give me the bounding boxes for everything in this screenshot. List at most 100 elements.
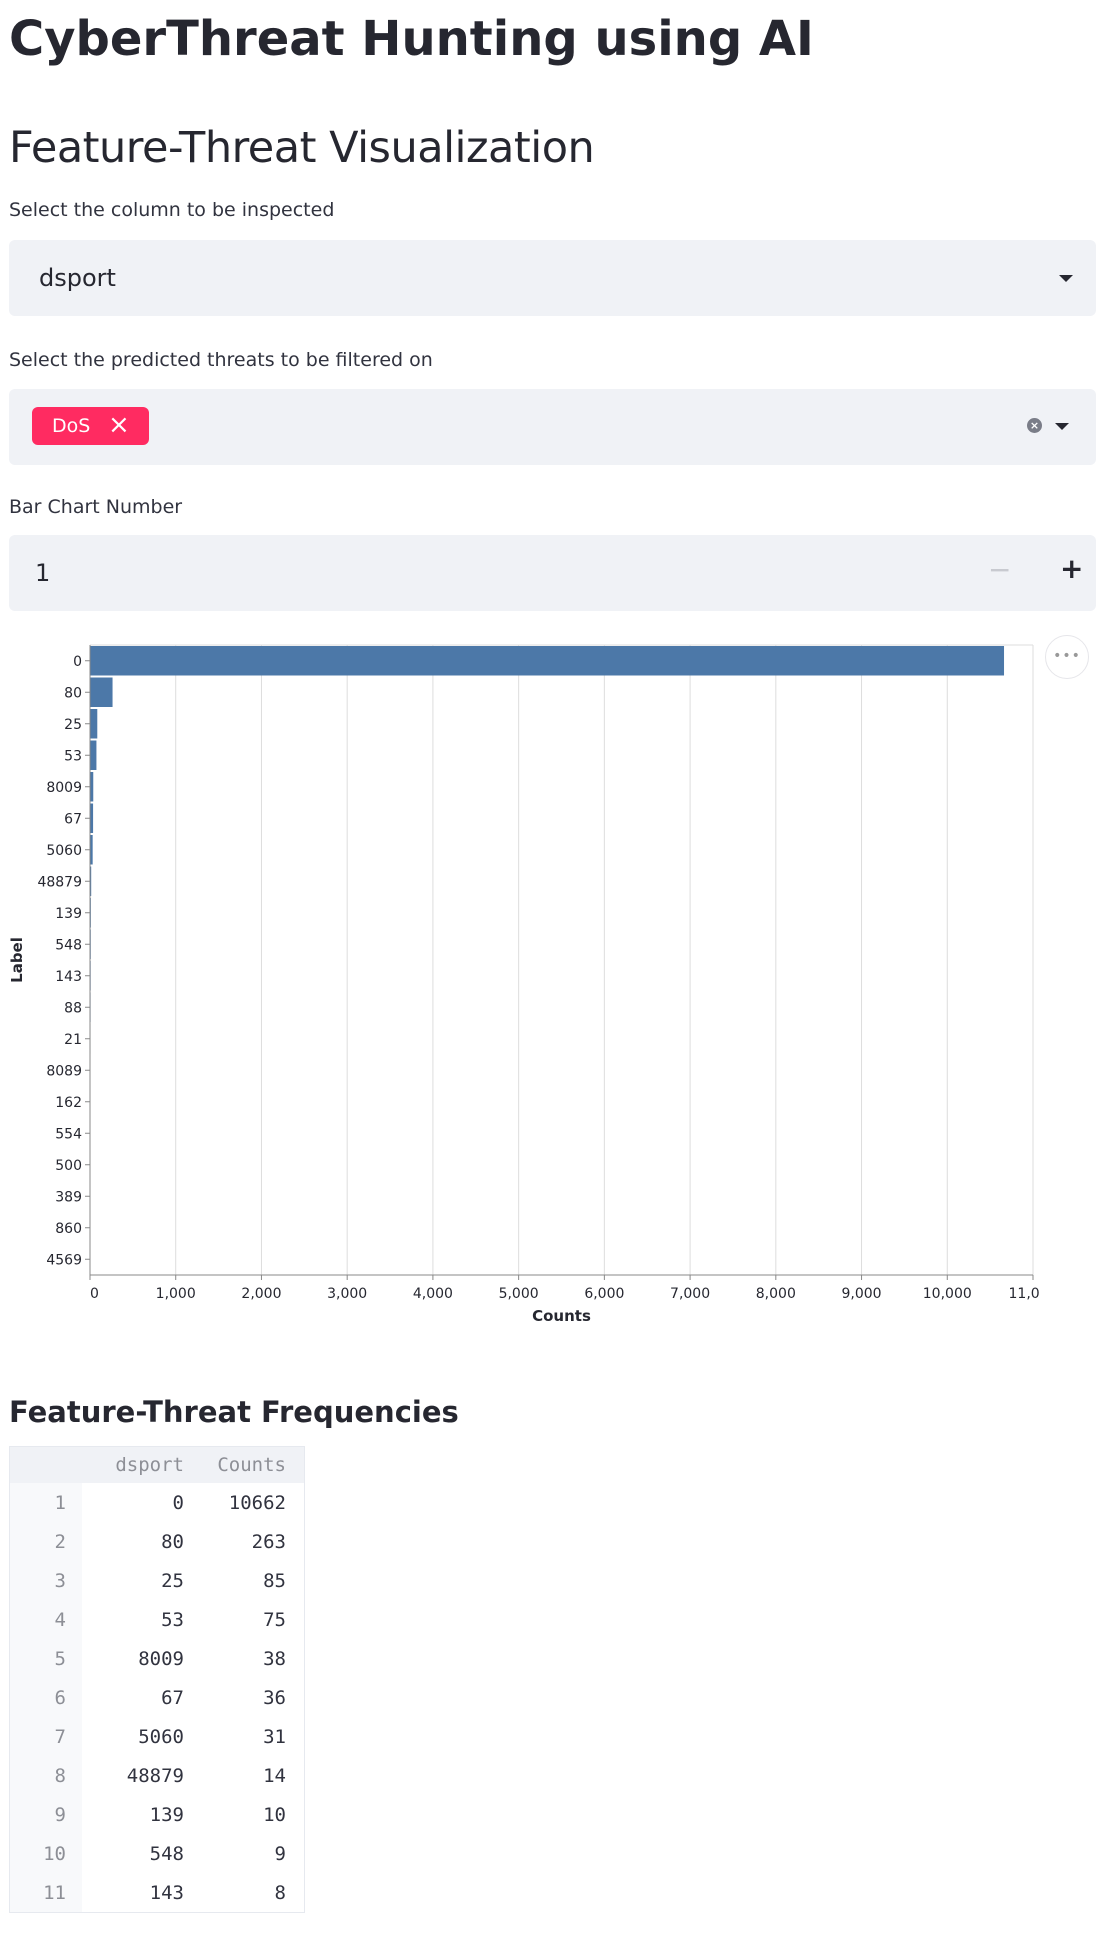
row-index: 8 [9, 1756, 82, 1795]
row-index: 11 [9, 1873, 82, 1913]
x-tick-label: 9,000 [841, 1286, 881, 1302]
cell-counts: 85 [263, 1569, 286, 1592]
table-row: 7 5060 31 [9, 1717, 305, 1756]
cell-dsport: 80 [161, 1530, 184, 1553]
bar [90, 709, 98, 739]
selected-threat-chip[interactable]: DoS × [32, 407, 149, 445]
more-actions-icon[interactable]: ••• [1045, 635, 1089, 679]
y-tick-label: 860 [55, 1221, 82, 1237]
cell-dsport: 143 [149, 1881, 184, 1904]
row-index: 3 [9, 1561, 82, 1600]
cell-dsport: 0 [172, 1491, 184, 1514]
increment-button[interactable]: + [1032, 535, 1104, 611]
y-tick-label: 139 [55, 906, 82, 922]
x-tick-label: 8,000 [756, 1286, 796, 1302]
table-row: 5 8009 38 [9, 1639, 305, 1678]
y-tick-label: 0 [73, 654, 82, 670]
x-tick-label: 3,000 [327, 1286, 367, 1302]
y-tick-label: 143 [55, 969, 82, 985]
y-tick-label: 8089 [46, 1063, 82, 1079]
x-tick-label: 6,000 [584, 1286, 624, 1302]
x-tick-label: 10,000 [923, 1286, 972, 1302]
table-row: 9 139 10 [9, 1795, 305, 1834]
y-tick-label: 548 [55, 937, 82, 953]
close-icon[interactable]: × [108, 411, 130, 439]
clear-all-icon[interactable]: × [1027, 418, 1042, 433]
x-tick-label: 1,000 [156, 1286, 196, 1302]
column-header-dsport[interactable]: dsport [82, 1446, 202, 1483]
cell-counts: 31 [263, 1725, 286, 1748]
bar [90, 740, 97, 770]
cell-counts: 8 [274, 1881, 286, 1904]
column-header-counts[interactable]: Counts [202, 1446, 305, 1483]
row-index: 2 [9, 1522, 82, 1561]
minus-icon: − [988, 553, 1012, 586]
frequencies-table: dsport Counts 1 0 10662 2 80 263 3 25 85 4 53 75 5 80… [9, 1446, 305, 1913]
cell-counts: 10662 [228, 1491, 286, 1514]
y-tick-label: 53 [64, 748, 82, 764]
table-row: 11 143 8 [9, 1873, 305, 1913]
table-row: 10 548 9 [9, 1834, 305, 1873]
y-axis-title: Label [8, 937, 26, 983]
column-select-label: Select the column to be inspected [9, 199, 335, 221]
row-index: 5 [9, 1639, 82, 1678]
bar [90, 677, 113, 707]
x-tick-label: 5,000 [499, 1286, 539, 1302]
table-row: 6 67 36 [9, 1678, 305, 1717]
x-tick-label: 7,000 [670, 1286, 710, 1302]
column-select-value: dsport [39, 264, 116, 292]
chip-label: DoS [52, 415, 91, 437]
row-index: 10 [9, 1834, 82, 1873]
cell-dsport: 48879 [126, 1764, 184, 1787]
threat-select-label: Select the predicted threats to be filte… [9, 349, 433, 371]
x-tick-label: 2,000 [241, 1286, 281, 1302]
cell-counts: 38 [263, 1647, 286, 1670]
y-tick-label: 500 [55, 1158, 82, 1174]
chevron-down-icon[interactable] [1055, 423, 1069, 430]
page-subtitle: Feature-Threat Visualization [9, 123, 595, 173]
table-row: 2 80 263 [9, 1522, 305, 1561]
y-tick-label: 554 [55, 1126, 82, 1142]
x-tick-label: 4,000 [413, 1286, 453, 1302]
cell-dsport: 53 [161, 1608, 184, 1631]
y-tick-label: 5060 [46, 843, 82, 859]
row-index: 6 [9, 1678, 82, 1717]
cell-counts: 9 [274, 1842, 286, 1865]
y-tick-label: 88 [64, 1000, 82, 1016]
cell-dsport: 5060 [138, 1725, 184, 1748]
table-header-row: dsport Counts [9, 1446, 305, 1483]
y-tick-label: 21 [64, 1032, 82, 1048]
y-tick-label: 25 [64, 717, 82, 733]
bar-number-input[interactable]: 1 − + [9, 535, 1096, 611]
bar [90, 646, 1005, 676]
y-tick-label: 4569 [46, 1252, 82, 1268]
x-tick-label: 0 [90, 1286, 99, 1302]
y-tick-label: 48879 [37, 874, 82, 890]
y-tick-label: 162 [55, 1095, 82, 1111]
chevron-down-icon[interactable] [1059, 275, 1073, 282]
plus-icon: + [1060, 552, 1084, 585]
cell-dsport: 548 [149, 1842, 184, 1865]
row-index: 1 [9, 1483, 82, 1522]
row-index: 4 [9, 1600, 82, 1639]
y-tick-label: 389 [55, 1189, 82, 1205]
app-title: CyberThreat Hunting using AI [9, 11, 814, 67]
row-index: 9 [9, 1795, 82, 1834]
threat-multiselect[interactable]: DoS × × [9, 389, 1096, 465]
table-row: 4 53 75 [9, 1600, 305, 1639]
decrement-button[interactable]: − [960, 535, 1032, 611]
cell-dsport: 139 [149, 1803, 184, 1826]
cell-counts: 10 [263, 1803, 286, 1826]
column-select[interactable]: dsport [9, 240, 1096, 316]
y-tick-label: 80 [64, 685, 82, 701]
y-tick-label: 8009 [46, 780, 82, 796]
x-tick-label: 11,000 [1009, 1286, 1041, 1302]
table-row: 3 25 85 [9, 1561, 305, 1600]
cell-dsport: 8009 [138, 1647, 184, 1670]
cell-dsport: 67 [161, 1686, 184, 1709]
x-axis-title: Counts [532, 1307, 591, 1325]
table-row: 1 0 10662 [9, 1483, 305, 1522]
index-header [9, 1446, 82, 1483]
bar-number-value: 1 [35, 559, 51, 587]
counts-bar-chart: 0 80 25 53 8009 67 5060 48879 139 548 143 88 21 8089 1… [8, 644, 1041, 1325]
